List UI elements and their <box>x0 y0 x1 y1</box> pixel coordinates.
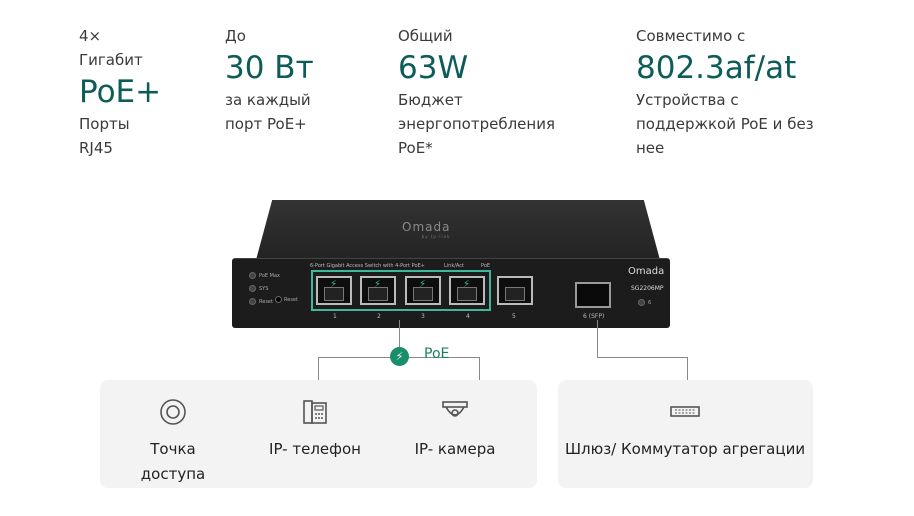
port-socket <box>368 287 388 301</box>
ip-phone-icon <box>303 400 327 424</box>
brand-text: Omada <box>402 220 451 234</box>
led-poe-max <box>249 272 256 279</box>
connector-line <box>479 357 480 381</box>
device-label: IP- камера <box>414 440 496 458</box>
poe-text: PoE <box>481 263 491 269</box>
port-number: 4 <box>466 313 470 320</box>
poe-label: PoE <box>424 346 450 362</box>
led-label: SYS <box>259 286 269 292</box>
port-socket <box>505 287 525 301</box>
device-label: Шлюз/ Коммутатор агрегации <box>564 440 806 458</box>
spec-line: поддержкой PoE и без <box>636 115 814 133</box>
switch-header-text: 6-Port Gigabit Access Switch with 4-Port… <box>310 263 425 269</box>
rj45-port-2: ⚡ <box>360 276 396 305</box>
device-ip-camera: IP- камера <box>400 397 510 462</box>
spec-line: Порты <box>79 115 130 133</box>
spec-line: До <box>225 27 246 45</box>
link-act-text: Link/Act <box>444 263 464 269</box>
gateway-switch-icon <box>670 406 700 417</box>
rj45-port-1: ⚡ <box>316 276 352 305</box>
spec-line: нее <box>636 139 665 157</box>
device-label: Точка <box>150 440 196 458</box>
device-access-point: Точка доступа <box>128 397 218 487</box>
model-number: SG2206MP <box>631 285 664 292</box>
connector-line <box>597 357 688 358</box>
led-reset <box>249 298 256 305</box>
reset-button <box>275 296 282 303</box>
spec-line: Совместимо с <box>636 27 746 45</box>
spec-power-per-port: До 30 Вт за каждый порт PoE+ <box>225 24 314 136</box>
rj45-port-4: ⚡ <box>449 276 485 305</box>
ip-camera-icon <box>442 401 468 417</box>
spec-highlight: PoE+ <box>79 74 162 110</box>
switch-top-logo: Omada by tp-link <box>402 220 450 239</box>
rj45-port-3: ⚡ <box>405 276 441 305</box>
connector-line <box>597 320 598 358</box>
connector-line <box>687 357 688 381</box>
spec-line: Бюджет <box>398 91 463 109</box>
led-sfp <box>638 299 645 306</box>
rj45-port-5 <box>497 276 533 305</box>
spec-line: 4× <box>79 27 102 45</box>
device-label: доступа <box>140 465 206 483</box>
spec-highlight: 30 Вт <box>225 50 314 86</box>
led-label: PoE Max <box>259 273 280 279</box>
spec-poe-ports: 4× Гигабит PoE+ Порты RJ45 <box>79 24 161 160</box>
sfp-label: 6 (SFP) <box>583 313 605 320</box>
poe-bolt-icon: ⚡ <box>390 347 409 366</box>
spec-line: за каждый <box>225 91 311 109</box>
led-sys <box>249 285 256 292</box>
port-socket <box>413 287 433 301</box>
spec-line: Гигабит <box>79 51 143 69</box>
device-ip-phone: IP- телефон <box>255 397 375 462</box>
spec-highlight: 802.3af/at <box>636 50 797 86</box>
port-number: 2 <box>377 313 381 320</box>
reset-label: Reset <box>284 297 298 303</box>
port-number: 3 <box>421 313 425 320</box>
switch-top-panel <box>256 200 660 260</box>
sfp-port <box>575 282 611 308</box>
connector-line <box>399 320 400 348</box>
spec-line: энергопотребления <box>398 115 555 133</box>
access-point-icon <box>160 399 186 425</box>
device-label: IP- телефон <box>269 440 361 458</box>
spec-line: Общий <box>398 27 453 45</box>
spec-compatibility: Совместимо с 802.3af/at Устройства с под… <box>636 24 814 160</box>
led-label: Reset <box>259 299 273 305</box>
brand-sub-text: by tp-link <box>421 234 451 239</box>
spec-highlight: 63W <box>398 50 469 86</box>
port-number: 1 <box>333 313 337 320</box>
port-socket <box>324 287 344 301</box>
port-number: 5 <box>512 313 516 320</box>
spec-line: Устройства с <box>636 91 739 109</box>
device-gateway-switch: Шлюз/ Коммутатор агрегации <box>560 397 810 462</box>
port-socket <box>457 287 477 301</box>
spec-line: RJ45 <box>79 139 113 157</box>
led-label: 6 <box>648 300 652 306</box>
spec-line: PoE* <box>398 139 433 157</box>
spec-power-budget: Общий 63W Бюджет энергопотребления PoE* <box>398 24 555 160</box>
front-logo: Omada <box>628 266 665 277</box>
spec-line: порт PoE+ <box>225 115 307 133</box>
connector-line <box>318 357 319 381</box>
